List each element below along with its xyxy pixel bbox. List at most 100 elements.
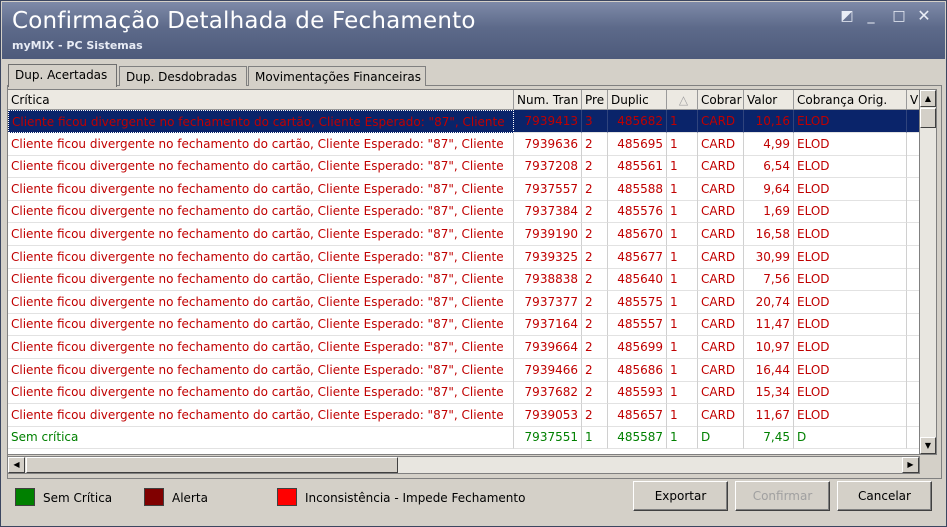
- cell-cob-orig[interactable]: ELOD: [794, 268, 907, 292]
- table-row[interactable]: Cliente ficou divergente no fechamento d…: [8, 403, 919, 427]
- cell-critica[interactable]: Cliente ficou divergente no fechamento d…: [8, 177, 514, 201]
- cell-cobrar[interactable]: CARD: [698, 223, 744, 246]
- cell-flag[interactable]: 1: [667, 336, 698, 359]
- cell-numtran[interactable]: 7937384: [514, 200, 582, 224]
- cell-cobrar[interactable]: CARD: [698, 155, 744, 179]
- cell-cobrar[interactable]: CARD: [698, 177, 744, 201]
- table-row[interactable]: Cliente ficou divergente no fechamento d…: [8, 155, 919, 179]
- cell-numtran[interactable]: 7939636: [514, 132, 582, 156]
- scroll-up-icon[interactable]: ▲: [920, 90, 936, 107]
- cell-valor[interactable]: 9,64: [744, 177, 794, 201]
- cell-flag[interactable]: 1: [667, 110, 698, 133]
- scroll-right-icon[interactable]: ▶: [902, 457, 919, 473]
- cell-critica[interactable]: Cliente ficou divergente no fechamento d…: [8, 313, 514, 337]
- table-row[interactable]: Cliente ficou divergente no fechamento d…: [8, 358, 919, 382]
- table-row[interactable]: Cliente ficou divergente no fechamento d…: [8, 200, 919, 224]
- title-bar[interactable]: Confirmação Detalhada de Fechamento myMI…: [2, 2, 945, 59]
- cell-v[interactable]: [907, 178, 919, 201]
- cell-numtran[interactable]: 7937551: [514, 426, 582, 450]
- cell-pre[interactable]: 2: [582, 381, 608, 405]
- cell-numtran[interactable]: 7937682: [514, 381, 582, 405]
- cell-valor[interactable]: 16,44: [744, 358, 794, 382]
- cell-cobrar[interactable]: CARD: [698, 381, 744, 405]
- cell-cobrar[interactable]: CARD: [698, 200, 744, 224]
- cell-cob-orig[interactable]: ELOD: [794, 313, 907, 337]
- cell-numtran[interactable]: 7937377: [514, 290, 582, 314]
- column-header-cobranca-orig[interactable]: Cobrança Orig.: [794, 90, 907, 110]
- column-header-cobrar[interactable]: Cobrar: [698, 90, 744, 110]
- cell-pre[interactable]: 2: [582, 290, 608, 314]
- confirm-button[interactable]: Confirmar: [735, 481, 830, 511]
- cell-duplic[interactable]: 485593: [608, 381, 667, 405]
- table-row[interactable]: Cliente ficou divergente no fechamento d…: [8, 177, 919, 201]
- cell-critica[interactable]: Cliente ficou divergente no fechamento d…: [8, 268, 514, 292]
- cell-v[interactable]: [907, 336, 919, 359]
- cell-v[interactable]: [907, 381, 919, 405]
- cell-flag[interactable]: 1: [667, 381, 698, 405]
- cell-flag[interactable]: 1: [667, 403, 698, 427]
- cell-pre[interactable]: 2: [582, 358, 608, 382]
- cell-critica[interactable]: Sem crítica: [8, 426, 514, 450]
- cell-duplic[interactable]: 485640: [608, 268, 667, 292]
- cell-cobrar[interactable]: CARD: [698, 132, 744, 156]
- cell-duplic[interactable]: 485587: [608, 426, 667, 450]
- cell-v[interactable]: [907, 359, 919, 382]
- cell-duplic[interactable]: 485670: [608, 223, 667, 246]
- cell-v[interactable]: [907, 268, 919, 292]
- cell-critica[interactable]: Cliente ficou divergente no fechamento d…: [8, 290, 514, 314]
- table-row[interactable]: Cliente ficou divergente no fechamento d…: [8, 313, 919, 337]
- table-row[interactable]: Cliente ficou divergente no fechamento d…: [8, 381, 919, 405]
- cell-flag[interactable]: 1: [667, 426, 698, 450]
- column-header-num-tran[interactable]: Num. Tran: [514, 90, 582, 110]
- vertical-scrollbar[interactable]: ▲ ▼: [920, 89, 937, 455]
- cell-valor[interactable]: 20,74: [744, 290, 794, 314]
- cell-critica[interactable]: Cliente ficou divergente no fechamento d…: [8, 110, 514, 133]
- cell-cobrar[interactable]: CARD: [698, 110, 744, 133]
- cell-numtran[interactable]: 7938838: [514, 268, 582, 292]
- tab-movimentacoes-financeiras[interactable]: Movimentações Financeiras: [248, 66, 426, 86]
- table-row[interactable]: Cliente ficou divergente no fechamento d…: [8, 290, 919, 314]
- cell-cob-orig[interactable]: ELOD: [794, 245, 907, 269]
- cell-duplic[interactable]: 485561: [608, 155, 667, 179]
- cell-v[interactable]: [907, 313, 919, 337]
- cell-critica[interactable]: Cliente ficou divergente no fechamento d…: [8, 223, 514, 246]
- vertical-scroll-thumb[interactable]: [920, 108, 936, 128]
- cell-pre[interactable]: 1: [582, 426, 608, 450]
- cell-valor[interactable]: 1,69: [744, 200, 794, 224]
- cell-duplic[interactable]: 485575: [608, 290, 667, 314]
- cell-cobrar[interactable]: D: [698, 426, 744, 450]
- cell-valor[interactable]: 15,34: [744, 381, 794, 405]
- cell-pre[interactable]: 2: [582, 245, 608, 269]
- cell-numtran[interactable]: 7939413: [514, 110, 582, 133]
- cell-pre[interactable]: 2: [582, 313, 608, 337]
- cell-critica[interactable]: Cliente ficou divergente no fechamento d…: [8, 245, 514, 269]
- cell-pre[interactable]: 2: [582, 223, 608, 246]
- cell-valor[interactable]: 7,56: [744, 268, 794, 292]
- cell-v[interactable]: [907, 155, 919, 179]
- export-button[interactable]: Exportar: [633, 481, 728, 511]
- cell-valor[interactable]: 30,99: [744, 245, 794, 269]
- cell-cob-orig[interactable]: ELOD: [794, 336, 907, 359]
- cell-cob-orig[interactable]: ELOD: [794, 403, 907, 427]
- cell-duplic[interactable]: 485699: [608, 336, 667, 359]
- scroll-left-icon[interactable]: ◀: [8, 457, 25, 473]
- cell-flag[interactable]: 1: [667, 358, 698, 382]
- cell-flag[interactable]: 1: [667, 223, 698, 246]
- cell-duplic[interactable]: 485695: [608, 132, 667, 156]
- cell-cob-orig[interactable]: ELOD: [794, 223, 907, 246]
- table-row[interactable]: Cliente ficou divergente no fechamento d…: [8, 132, 919, 156]
- cell-valor[interactable]: 16,58: [744, 223, 794, 246]
- cell-pre[interactable]: 2: [582, 200, 608, 224]
- cell-pre[interactable]: 2: [582, 155, 608, 179]
- cell-cobrar[interactable]: CARD: [698, 268, 744, 292]
- column-header-sort[interactable]: △: [667, 90, 698, 110]
- cell-valor[interactable]: 10,97: [744, 336, 794, 359]
- cell-pre[interactable]: 3: [582, 110, 608, 133]
- cell-cobrar[interactable]: CARD: [698, 358, 744, 382]
- column-header-duplic[interactable]: Duplic: [608, 90, 667, 110]
- cell-flag[interactable]: 1: [667, 177, 698, 201]
- cell-valor[interactable]: 6,54: [744, 155, 794, 179]
- cell-cobrar[interactable]: CARD: [698, 336, 744, 359]
- cell-duplic[interactable]: 485686: [608, 358, 667, 382]
- cell-valor[interactable]: 11,47: [744, 313, 794, 337]
